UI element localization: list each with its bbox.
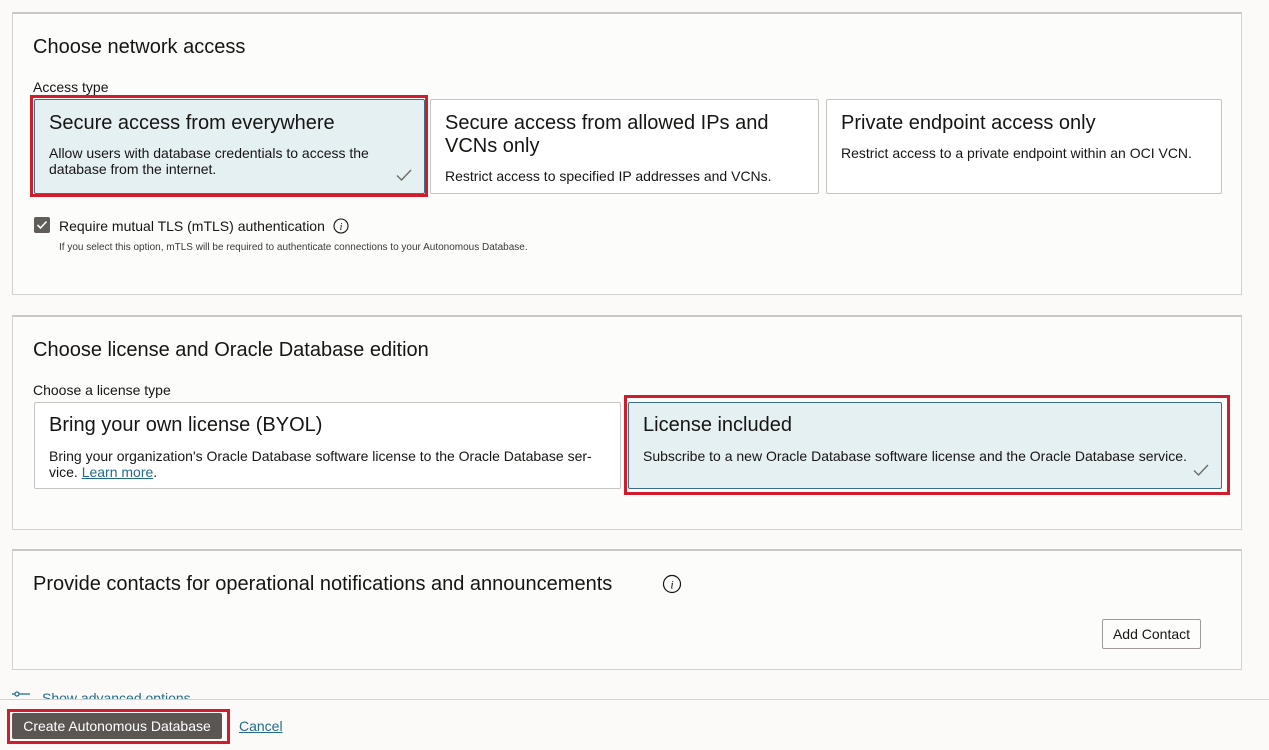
- access-option-private-endpoint[interactable]: Private endpoint access only Restrict ac…: [826, 99, 1222, 194]
- access-option-private-endpoint-title: Private endpoint access only: [841, 112, 1096, 134]
- network-access-title: Choose network access: [33, 36, 246, 58]
- mtls-checkbox[interactable]: [34, 217, 50, 233]
- access-option-allowed-ips-title: Secure access from allowed IPs and VCNs …: [445, 112, 769, 157]
- cancel-link[interactable]: Cancel: [239, 718, 283, 734]
- mtls-label[interactable]: Require mutual TLS (mTLS) authentication: [59, 218, 325, 234]
- create-autonomous-database-button[interactable]: Create Autonomous Database: [12, 713, 222, 739]
- license-type-label: Choose a license type: [33, 382, 171, 398]
- svg-text:i: i: [670, 578, 673, 592]
- license-option-included[interactable]: License included Subscribe to a new Orac…: [628, 402, 1222, 489]
- license-option-byol-title: Bring your own license (BYOL): [49, 414, 323, 436]
- license-option-included-desc: Subscribe to a new Oracle Database softw…: [643, 448, 1187, 464]
- license-option-byol[interactable]: Bring your own license (BYOL) Bring your…: [34, 402, 621, 489]
- access-type-label: Access type: [33, 79, 109, 95]
- add-contact-button[interactable]: Add Contact: [1102, 619, 1201, 649]
- contacts-section: Provide contacts for operational notific…: [12, 549, 1242, 670]
- license-section-title: Choose license and Oracle Database editi…: [33, 339, 429, 361]
- access-option-everywhere-desc: Allow users with database credentials to…: [49, 145, 369, 177]
- learn-more-link[interactable]: Learn more: [82, 464, 154, 480]
- access-option-everywhere[interactable]: Secure access from everywhere Allow user…: [34, 99, 425, 194]
- license-section: Choose license and Oracle Database editi…: [12, 315, 1242, 530]
- access-option-allowed-ips[interactable]: Secure access from allowed IPs and VCNs …: [430, 99, 819, 194]
- access-option-private-endpoint-desc: Restrict access to a private endpoint wi…: [841, 145, 1192, 161]
- checkmark-icon: [396, 169, 412, 182]
- checkmark-icon: [1193, 464, 1209, 477]
- svg-text:i: i: [340, 222, 343, 233]
- mtls-help-text: If you select this option, mTLS will be …: [59, 242, 528, 253]
- access-option-everywhere-title: Secure access from everywhere: [49, 112, 335, 134]
- footer-bar: Create Autonomous Database Cancel: [0, 699, 1269, 750]
- license-option-byol-desc: Bring your organization's Oracle Databas…: [49, 448, 606, 480]
- checkbox-check-icon: [36, 220, 48, 230]
- info-icon[interactable]: i: [662, 574, 682, 594]
- network-access-section: Choose network access Access type Secure…: [12, 12, 1242, 295]
- learn-more-suffix: .: [153, 464, 158, 480]
- license-option-included-title: License included: [643, 414, 792, 436]
- access-option-allowed-ips-desc: Restrict access to specified IP addresse…: [445, 168, 772, 184]
- info-icon[interactable]: i: [333, 218, 349, 234]
- contacts-section-title: Provide contacts for operational notific…: [33, 573, 613, 595]
